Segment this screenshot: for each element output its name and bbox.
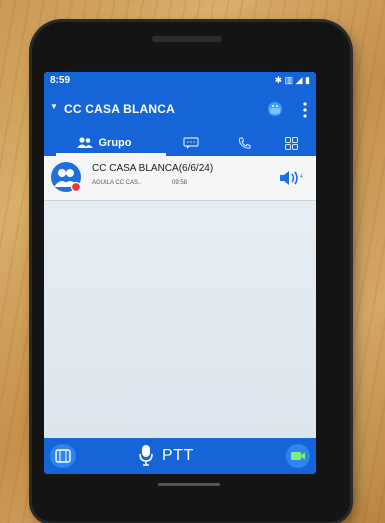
grid-icon: [284, 136, 298, 150]
dropdown-icon[interactable]: ▼: [50, 102, 58, 111]
map-button[interactable]: [50, 444, 76, 468]
chat-icon: [183, 137, 199, 149]
list-item-time: 09:58: [172, 180, 188, 186]
status-bar: 8:59 ✱ ▥ ◢ ▮: [44, 72, 316, 90]
list-item-subtitle: AGUILA CC CAS..: [92, 180, 142, 186]
android-icon[interactable]: [266, 99, 284, 117]
map-icon: [55, 449, 71, 463]
tab-grupo-label: Grupo: [98, 137, 132, 149]
tab-grid[interactable]: [266, 130, 316, 156]
content-area: [44, 201, 316, 438]
video-button[interactable]: [286, 444, 310, 468]
status-icons: ✱ ▥ ◢ ▮: [274, 75, 310, 85]
more-vert-icon[interactable]: [302, 102, 308, 118]
ptt-button[interactable]: PTT: [162, 447, 194, 465]
svg-text:4: 4: [300, 174, 303, 180]
earpiece: [152, 36, 222, 42]
tab-bar: Grupo: [44, 130, 316, 156]
tab-call[interactable]: [224, 130, 264, 156]
tab-chat[interactable]: [166, 130, 216, 156]
list-item[interactable]: CC CASA BLANCA(6/6/24) AGUILA CC CAS.. 0…: [44, 156, 316, 201]
status-time: 8:59: [50, 75, 71, 86]
home-indicator[interactable]: [158, 483, 220, 486]
video-call-icon: [291, 452, 305, 460]
group-avatar-icon: [51, 162, 82, 193]
phone-icon: [238, 136, 251, 149]
speaker-icon[interactable]: 4: [278, 170, 304, 186]
phone-screen: 8:59 ✱ ▥ ◢ ▮ ▼ CC CASA BLANCA Grupo CC C…: [44, 72, 316, 474]
group-icon: [76, 137, 93, 148]
list-item-title: CC CASA BLANCA(6/6/24): [92, 163, 214, 174]
microphone-icon[interactable]: [138, 444, 154, 466]
bottom-bar: PTT: [44, 438, 316, 474]
page-title[interactable]: CC CASA BLANCA: [64, 102, 175, 116]
app-bar: ▼ CC CASA BLANCA: [44, 90, 316, 130]
